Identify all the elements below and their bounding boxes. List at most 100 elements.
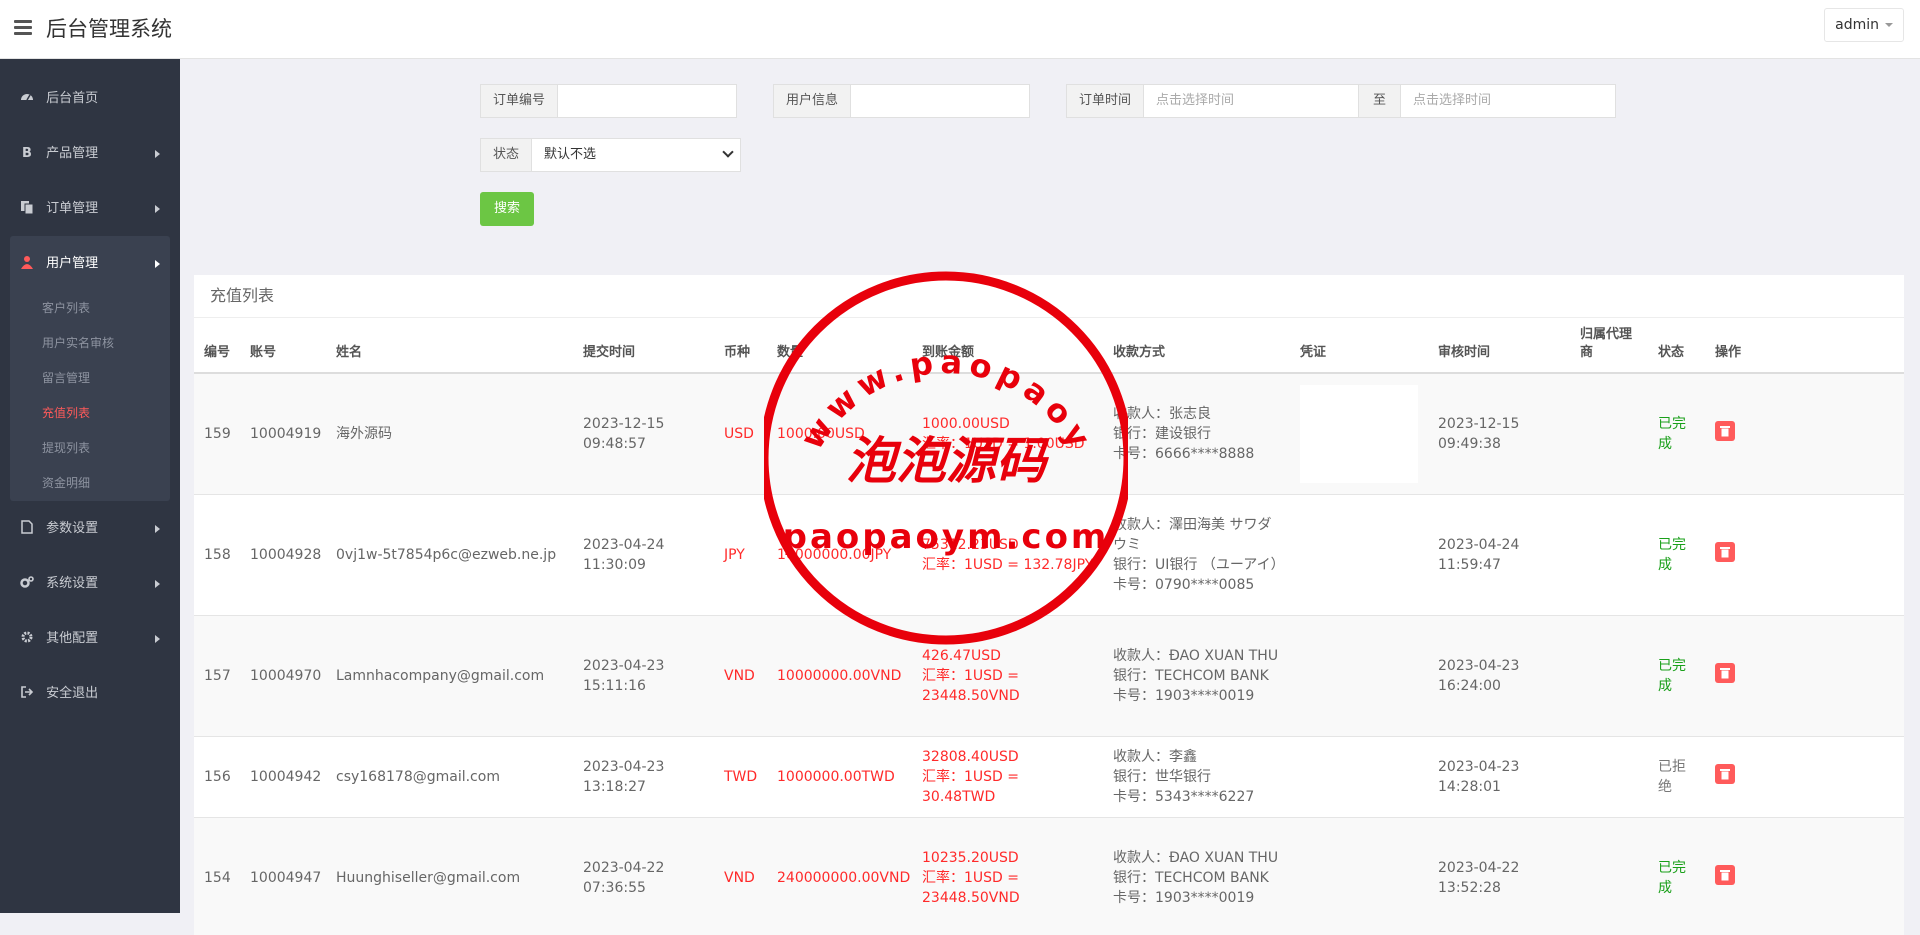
sidebar-subitem-kyc[interactable]: 用户实名审核 xyxy=(10,326,170,361)
card-no: 卡号：0790****0085 xyxy=(1113,576,1255,593)
chevron-right-icon xyxy=(155,150,160,158)
cell-name: Lamnhacompany@gmail.com xyxy=(326,614,573,736)
delete-button[interactable] xyxy=(1715,541,1735,562)
delete-button[interactable] xyxy=(1715,864,1735,885)
bank: 银行：建设银行 xyxy=(1113,425,1211,442)
user-name: admin xyxy=(1835,17,1879,33)
sidebar: 后台首页 B 产品管理 订单管理 用户管理 客户列表 用户实名审核 留言管理 充… xyxy=(0,59,180,913)
table-row: 156 10004942 csy168178@gmail.com 2023-04… xyxy=(194,735,1904,817)
trash-icon xyxy=(1720,768,1730,779)
cell-arrival: 1000.00USD 汇率：1USD = 1.00USD xyxy=(912,372,1103,494)
table-row: 154 10004947 Huunghiseller@gmail.com 202… xyxy=(194,816,1904,935)
bank: 银行：世华银行 xyxy=(1113,768,1211,785)
sidebar-item-label: 参数设置 xyxy=(46,521,99,536)
main-content: 订单编号 用户信息 订单时间 点击选择时间 至 点击选择时间 状态 默认不选 搜… xyxy=(180,59,1920,935)
search-button[interactable]: 搜索 xyxy=(480,192,534,226)
table-row: 159 10004919 海外源码 2023-12-15 09:48:57 USD… xyxy=(194,372,1904,494)
review-time: 09:49:38 xyxy=(1438,435,1501,452)
arrival-amount: 75312.23USD xyxy=(922,536,1019,553)
order-no-label: 订单编号 xyxy=(480,84,558,118)
sidebar-item-label: 后台首页 xyxy=(46,91,99,106)
cell-voucher xyxy=(1290,372,1428,494)
status-label: 状态 xyxy=(480,138,532,172)
deposit-list-panel: 充值列表 编号 账号 姓名 提交时间 币种 数量 到账金额 收款方式 凭证 审核… xyxy=(194,275,1904,935)
order-no-input[interactable] xyxy=(557,84,738,118)
user-info-label: 用户信息 xyxy=(773,84,851,118)
table-header-row: 编号 账号 姓名 提交时间 币种 数量 到账金额 收款方式 凭证 审核时间 归属… xyxy=(194,318,1904,374)
cell-voucher xyxy=(1290,614,1428,736)
status-badge: 已完成 xyxy=(1648,493,1705,615)
status-select[interactable]: 默认不选 xyxy=(531,138,742,172)
sidebar-item-params[interactable]: 参数设置 xyxy=(0,501,180,556)
user-menu[interactable]: admin xyxy=(1824,8,1904,42)
payee: 收款人：澤田海美 サワダウミ xyxy=(1113,516,1272,553)
delete-button[interactable] xyxy=(1715,420,1735,441)
cell-payment-method: 收款人：澤田海美 サワダウミ 银行：UI银行 （ユーアイ） 卡号：0790****0… xyxy=(1103,493,1290,615)
table-row: 158 10004928 0vj1w-5t7854p6c@ezweb.ne.jp… xyxy=(194,493,1904,615)
cell-name: 0vj1w-5t7854p6c@ezweb.ne.jp xyxy=(326,493,573,615)
cell-amount: 10000000.00JPY xyxy=(767,493,912,615)
review-time: 16:24:00 xyxy=(1438,677,1501,694)
cell-name: 海外源码 xyxy=(326,372,573,494)
time-end-input[interactable]: 点击选择时间 xyxy=(1400,84,1617,118)
cell-agent xyxy=(1570,614,1648,736)
sidebar-subitem-withdrawals[interactable]: 提现列表 xyxy=(10,431,170,466)
payee: 收款人：李鑫 xyxy=(1113,748,1197,765)
cell-account: 10004942 xyxy=(240,735,326,817)
sidebar-subitem-deposits[interactable]: 充值列表 xyxy=(10,396,170,431)
col-header: 归属代理商 xyxy=(1570,318,1648,374)
cell-currency: TWD xyxy=(714,735,767,817)
cell-actions xyxy=(1705,372,1904,494)
status-badge: 已拒绝 xyxy=(1648,735,1705,817)
cell-amount: 240000000.00VND xyxy=(767,816,912,935)
card-no: 卡号：5343****6227 xyxy=(1113,788,1255,805)
status-filter: 状态 默认不选 xyxy=(480,138,742,172)
review-time: 11:59:47 xyxy=(1438,556,1501,573)
sidebar-subitem-messages[interactable]: 留言管理 xyxy=(10,361,170,396)
sidebar-item-label: 订单管理 xyxy=(46,201,99,216)
sidebar-item-system[interactable]: 系统设置 xyxy=(0,556,180,611)
cell-arrival: 75312.23USD 汇率：1USD = 132.78JPY xyxy=(912,493,1103,615)
sidebar-item-users[interactable]: 用户管理 xyxy=(10,236,170,291)
voucher-image[interactable] xyxy=(1300,384,1418,483)
sidebar-subitem-customers[interactable]: 客户列表 xyxy=(10,291,170,326)
exchange-rate: 汇率：1USD = 132.78JPY xyxy=(922,556,1094,573)
col-header: 编号 xyxy=(194,318,240,374)
cell-actions xyxy=(1705,735,1904,817)
cell-actions xyxy=(1705,614,1904,736)
cell-account: 10004919 xyxy=(240,372,326,494)
sidebar-item-products[interactable]: B 产品管理 xyxy=(0,126,180,181)
cell-payment-method: 收款人：ĐAO XUAN THU 银行：TECHCOM BANK 卡号：1903**… xyxy=(1103,816,1290,935)
col-header: 操作 xyxy=(1705,318,1904,374)
sidebar-item-logout[interactable]: 安全退出 xyxy=(0,666,180,721)
status-select-value: 默认不选 xyxy=(544,147,597,162)
submit-time: 15:11:16 xyxy=(583,677,646,694)
cell-review-time: 2023-12-15 09:49:38 xyxy=(1428,372,1570,494)
submit-date: 2023-04-22 xyxy=(583,859,665,876)
status-badge: 已完成 xyxy=(1648,614,1705,736)
table-row: 157 10004970 Lamnhacompany@gmail.com 202… xyxy=(194,614,1904,736)
cell-currency: VND xyxy=(714,614,767,736)
to-label: 至 xyxy=(1359,84,1401,118)
cell-submit-time: 2023-04-22 07:36:55 xyxy=(573,816,714,935)
delete-button[interactable] xyxy=(1715,763,1735,784)
cell-agent xyxy=(1570,493,1648,615)
sidebar-subitem-funds[interactable]: 资金明细 xyxy=(10,466,170,501)
copy-icon xyxy=(21,201,34,214)
time-start-input[interactable]: 点击选择时间 xyxy=(1143,84,1360,118)
chevron-right-icon xyxy=(155,260,160,268)
sidebar-item-other[interactable]: 其他配置 xyxy=(0,611,180,666)
sidebar-item-label: 产品管理 xyxy=(46,146,99,161)
user-info-input[interactable] xyxy=(850,84,1031,118)
trash-icon xyxy=(1720,667,1730,678)
delete-button[interactable] xyxy=(1715,662,1735,683)
review-date: 2023-04-23 xyxy=(1438,758,1520,775)
sidebar-item-home[interactable]: 后台首页 xyxy=(0,71,180,126)
trash-icon xyxy=(1720,546,1730,557)
menu-toggle-icon[interactable] xyxy=(14,20,32,36)
sidebar-item-orders[interactable]: 订单管理 xyxy=(0,181,180,236)
col-header: 账号 xyxy=(240,318,326,374)
payee: 收款人：张志良 xyxy=(1113,405,1211,422)
submit-date: 2023-04-23 xyxy=(583,657,665,674)
payee: 收款人：ĐAO XUAN THU xyxy=(1113,849,1279,866)
